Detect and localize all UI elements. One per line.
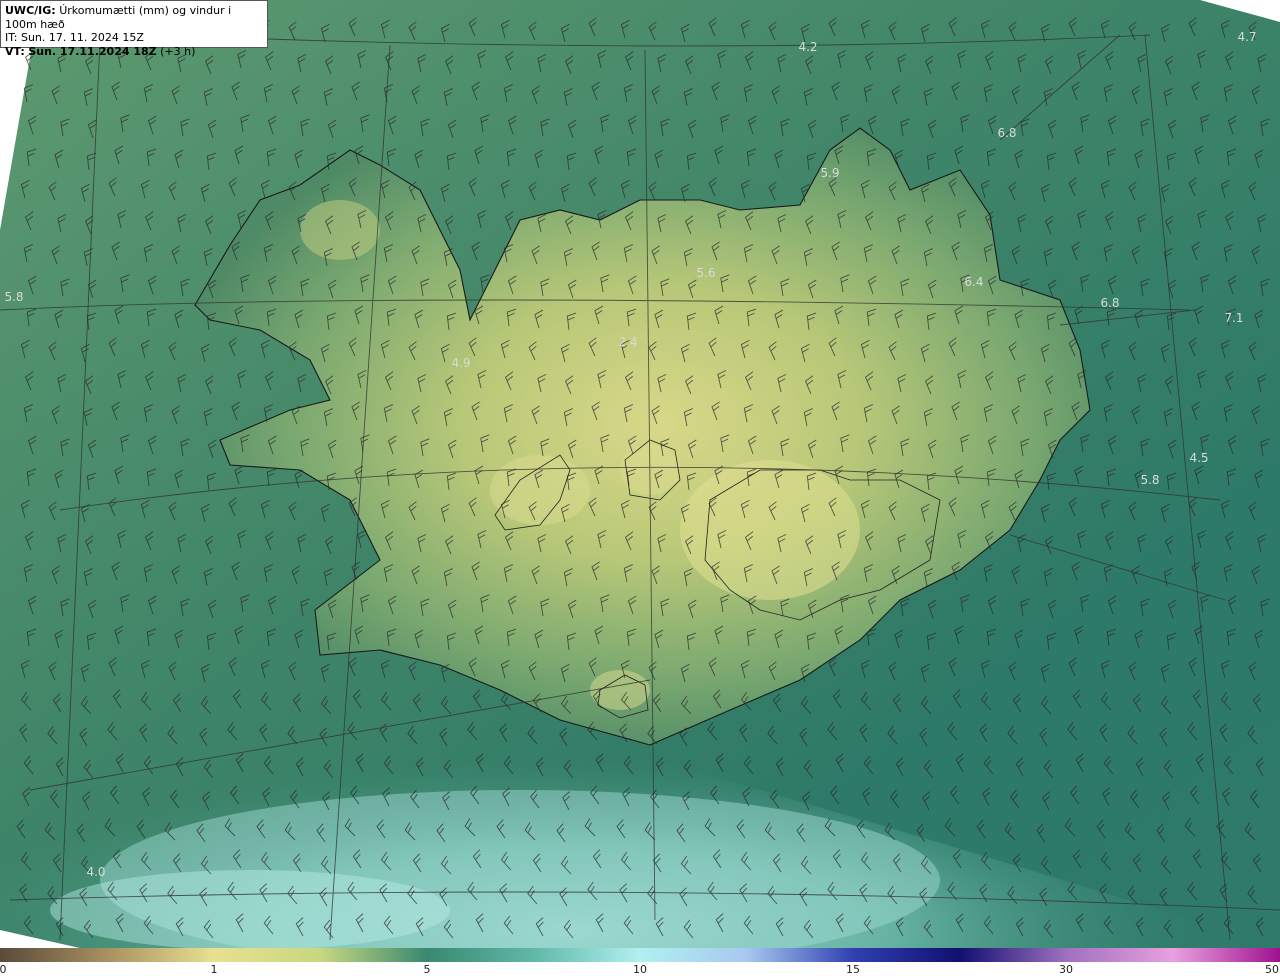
station-value: 4.0 <box>86 865 105 879</box>
colorbar-tick-label: 1 <box>210 963 218 976</box>
station-value: 7.1 <box>1224 311 1243 325</box>
valid-time: Sun. 17.11.2024 18Z <box>28 44 157 58</box>
station-value: 4.5 <box>1189 451 1208 465</box>
map-header: UWC/IG: Úrkomumætti (mm) og vindur i 100… <box>0 0 268 58</box>
station-value: 2.4 <box>618 335 637 349</box>
precipitation-colorbar <box>0 948 1280 962</box>
colorbar-tick-label: 15 <box>846 963 860 976</box>
station-value: 6.4 <box>964 275 983 289</box>
station-value: 5.8 <box>1140 473 1159 487</box>
colorbar-tick-label: 0 <box>0 963 7 976</box>
station-value: 5.9 <box>820 166 839 180</box>
station-value: 6.8 <box>1100 296 1119 310</box>
station-value: 4.7 <box>1237 30 1256 44</box>
model-name: UWC/IG: <box>5 4 56 17</box>
colorbar-tick-label: 30 <box>1059 963 1073 976</box>
init-time-line: IT: Sun. 17. 11. 2024 15Z <box>5 31 263 45</box>
valid-prefix: VT: <box>5 44 25 58</box>
title-line: UWC/IG: Úrkomumætti (mm) og vindur i 100… <box>5 4 263 31</box>
colorbar-tick-label: 5 <box>423 963 431 976</box>
station-value: 5.8 <box>4 290 23 304</box>
station-value: 6.8 <box>997 126 1016 140</box>
valid-time-line: VT: Sun. 17.11.2024 18Z (+3 h) <box>5 45 263 59</box>
station-value: 5.6 <box>696 266 715 280</box>
init-time: Sun. 17. 11. 2024 15Z <box>20 31 144 44</box>
station-value: 4.2 <box>798 40 817 54</box>
lead-time: (+3 h) <box>160 44 196 58</box>
colorbar-tick-label: 10 <box>633 963 647 976</box>
colorbar-tick-label: 50 <box>1265 963 1279 976</box>
init-prefix: IT: <box>5 31 18 44</box>
station-value: 4.9 <box>451 356 470 370</box>
precipitation-wind-map: 4.2 4.7 6.8 5.9 5.8 5.6 6.4 6.8 7.1 2.4 4.9 4.5 5.8 4… <box>0 0 1280 948</box>
